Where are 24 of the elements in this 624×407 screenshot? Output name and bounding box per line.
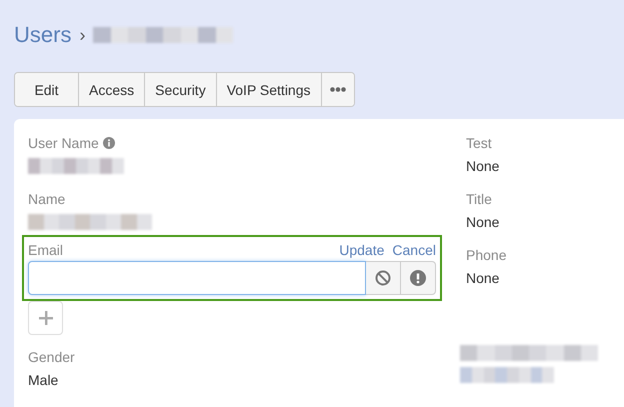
field-label: Phone <box>466 247 506 263</box>
field-label: Title <box>466 191 492 207</box>
blocked-icon <box>375 270 391 286</box>
breadcrumb-separator: › <box>79 24 86 46</box>
plus-icon <box>38 311 52 325</box>
ellipsis-icon <box>330 87 346 92</box>
field-value: None <box>466 270 500 286</box>
clear-button[interactable] <box>366 261 401 295</box>
field-label: Gender <box>28 349 75 365</box>
action-link[interactable]: Update <box>339 242 384 258</box>
toolbar-button[interactable]: Edit <box>15 73 79 106</box>
field-value: Male <box>28 372 58 388</box>
field-value: None <box>466 158 500 174</box>
alert-button[interactable] <box>401 261 436 295</box>
info-icon <box>102 137 115 149</box>
field-label: Name <box>28 191 66 207</box>
field-label: Test <box>466 135 492 151</box>
add-button[interactable] <box>28 301 63 335</box>
alert-icon <box>410 270 426 286</box>
action-link[interactable]: Cancel <box>392 242 436 258</box>
field-value: None <box>466 214 500 230</box>
field-label: Email <box>28 242 64 258</box>
field-label: User Name <box>28 135 99 151</box>
input-field[interactable] <box>28 261 366 295</box>
